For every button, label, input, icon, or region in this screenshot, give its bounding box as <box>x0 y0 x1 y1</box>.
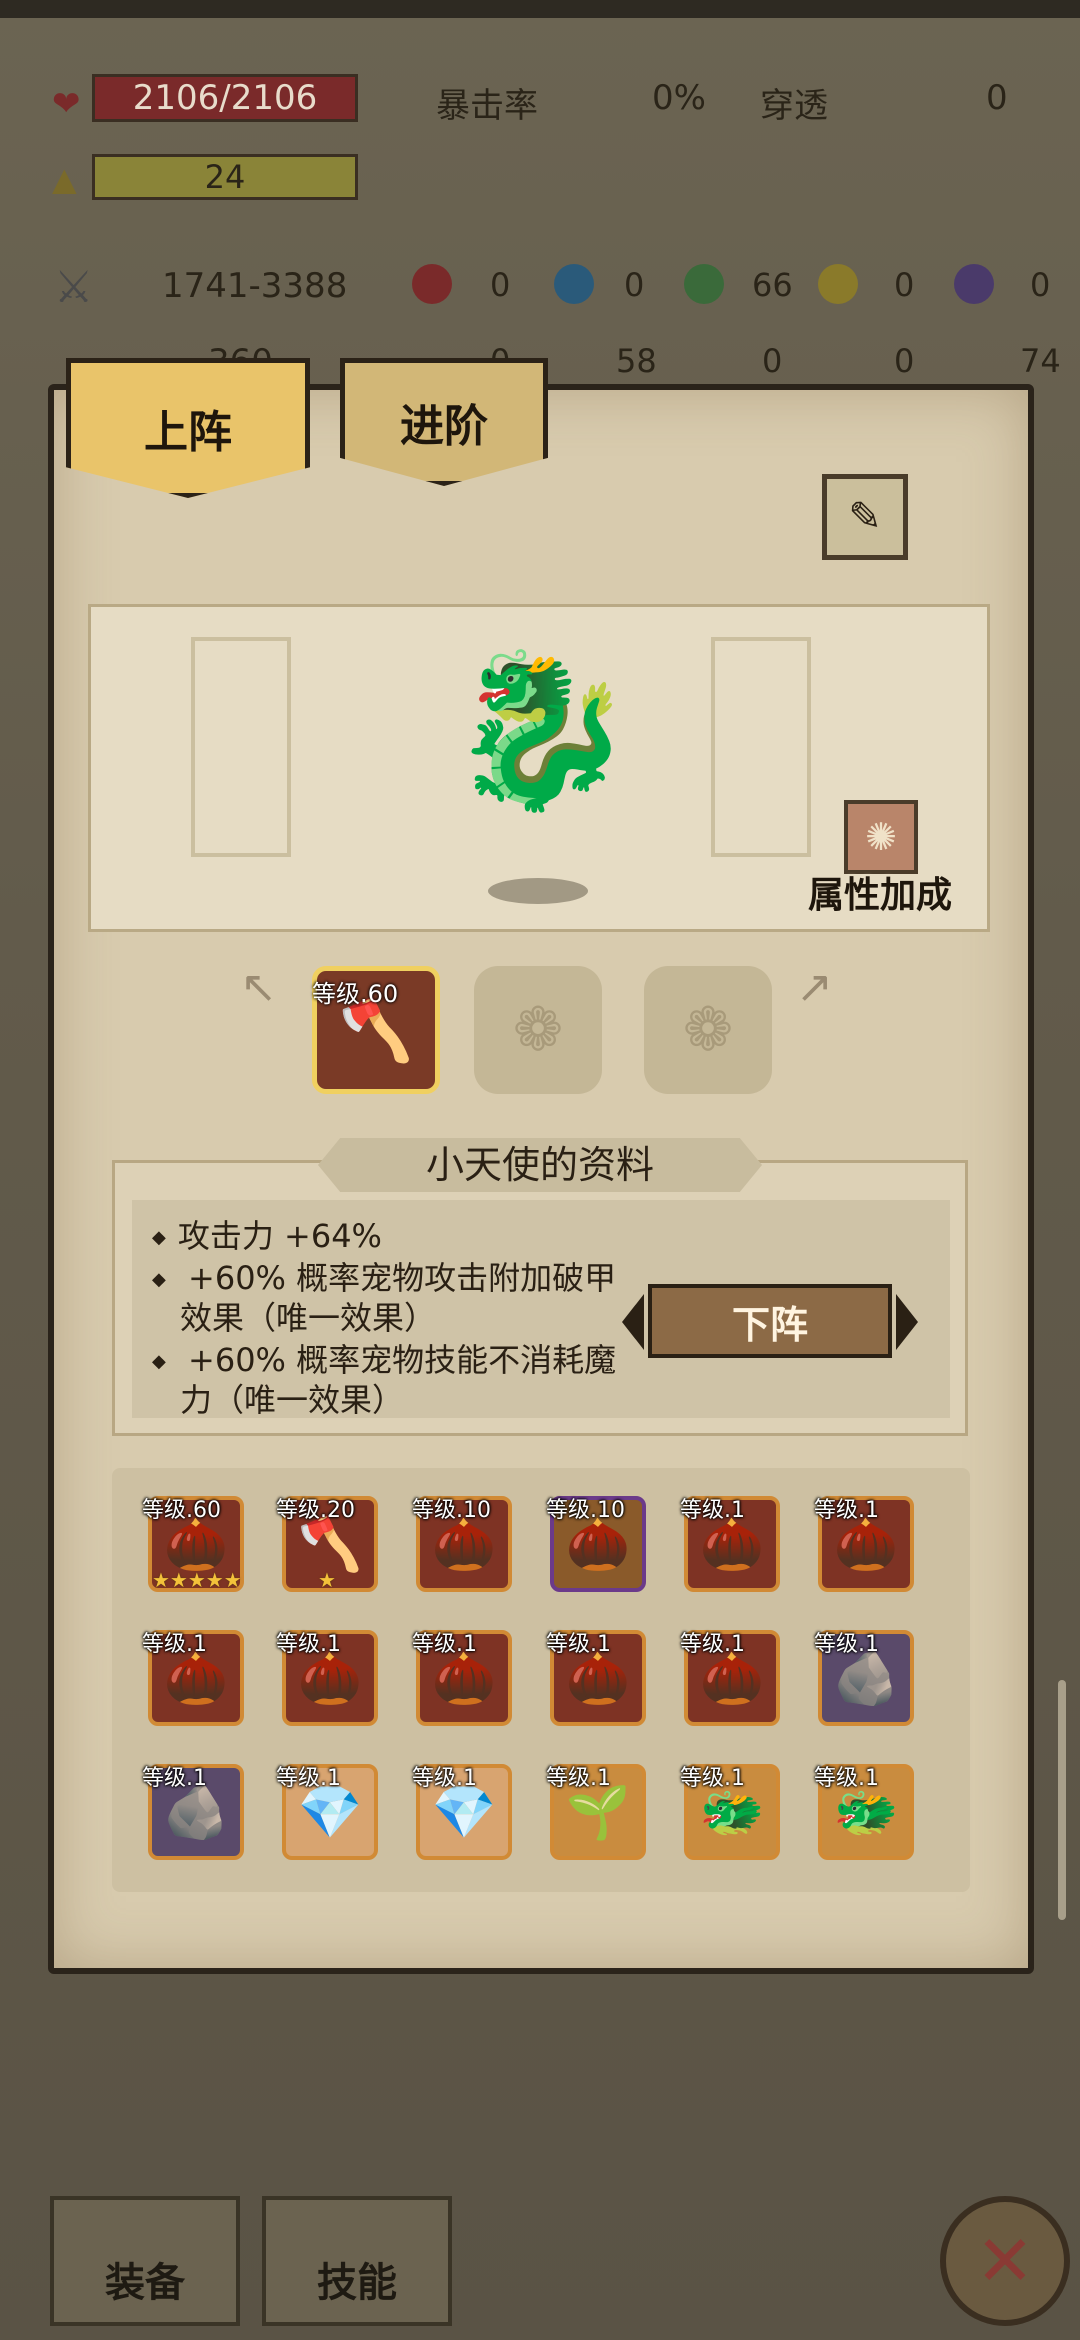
level-triangle-icon: ▲ <box>52 160 77 198</box>
wing-swirl-icon: ❁ <box>512 995 564 1065</box>
crit-value: 0% <box>652 78 706 118</box>
wind-value: 66 <box>752 266 793 304</box>
pet-level: 等级.1 <box>142 1766 207 1791</box>
dragon-pet-icon: 🐉 <box>448 644 635 818</box>
fire-element-icon <box>412 264 452 304</box>
light-element-icon <box>818 264 858 304</box>
pet-level: 等级.1 <box>680 1632 745 1657</box>
slot-level: 等级.60 <box>312 980 399 1008</box>
pet-level: 等级.10 <box>412 1498 491 1523</box>
brush-icon: ✎ <box>848 494 882 540</box>
light-res-value: 0 <box>894 342 915 380</box>
bonus-line-2b: 效果（唯一效果） <box>180 1299 437 1337</box>
level-bar: 24 <box>92 154 358 200</box>
water-value: 0 <box>624 266 645 304</box>
wind-element-icon <box>684 264 724 304</box>
edit-button[interactable]: ✎ <box>822 474 908 560</box>
arrow-up-right-icon: ↗ <box>796 962 833 1013</box>
pet-level: 等级.1 <box>680 1766 745 1791</box>
pet-level: 等级.1 <box>680 1498 745 1523</box>
wind-res-value: 0 <box>762 342 783 380</box>
attribute-bonus-button[interactable]: ✺ <box>844 800 918 874</box>
pet-level: 等级.1 <box>142 1632 207 1657</box>
swirl-icon: ✺ <box>865 815 897 859</box>
hp-bar: 2106/2106 <box>92 74 358 122</box>
water-element-icon <box>554 264 594 304</box>
pillar-left <box>191 637 291 857</box>
attribute-bonus-label[interactable]: 属性加成 <box>808 866 952 918</box>
pierce-value: 0 <box>986 78 1008 118</box>
pet-level: 等级.1 <box>276 1766 341 1791</box>
bonus-line-3b: 力（唯一效果） <box>180 1381 405 1419</box>
pet-level: 等级.20 <box>276 1498 355 1523</box>
pet-level: 等级.1 <box>546 1632 611 1657</box>
close-icon: ✕ <box>975 2220 1035 2302</box>
dark-value: 0 <box>1030 266 1051 304</box>
undeploy-button[interactable]: 下阵 <box>648 1284 892 1358</box>
pillar-right <box>711 637 811 857</box>
tab-skills[interactable]: 技能 <box>262 2196 452 2326</box>
pet-level: 等级.1 <box>412 1632 477 1657</box>
scrollbar[interactable] <box>1058 1680 1066 1920</box>
pet-level: 等级.1 <box>814 1766 879 1791</box>
bonus-line-2: ◆ +60% 概率宠物攻击附加破甲 <box>152 1259 617 1297</box>
pet-slot-2[interactable]: ❁ <box>474 966 602 1094</box>
pierce-label: 穿透 <box>760 86 828 126</box>
heart-icon: ❤ <box>52 84 81 124</box>
close-button[interactable]: ✕ <box>940 2196 1070 2326</box>
pet-level: 等级.1 <box>276 1632 341 1657</box>
pet-stars: ★★★★★ <box>152 1568 242 1592</box>
bonus-line-1: ◆ 攻击力 +64% <box>152 1217 382 1255</box>
dark-element-icon <box>954 264 994 304</box>
info-title: 小天使的资料 <box>425 1143 654 1187</box>
swords-icon: ⚔ <box>54 262 94 313</box>
pet-level: 等级.60 <box>142 1498 221 1523</box>
water-res-value: 58 <box>616 342 657 380</box>
pet-level: 等级.1 <box>814 1632 879 1657</box>
pet-slot-3[interactable]: ❁ <box>644 966 772 1094</box>
bonus-line-3: ◆ +60% 概率宠物技能不消耗魔 <box>152 1341 617 1379</box>
fire-value: 0 <box>490 266 511 304</box>
wing-swirl-icon: ❁ <box>682 995 734 1065</box>
pet-level: 等级.1 <box>412 1766 477 1791</box>
arrow-up-left-icon: ↖ <box>240 962 277 1013</box>
crit-label: 暴击率 <box>436 86 538 126</box>
pet-stars: ★ <box>318 1568 336 1592</box>
pet-level: 等级.1 <box>546 1766 611 1791</box>
light-value: 0 <box>894 266 915 304</box>
attack-range: 1741-3388 <box>162 266 348 306</box>
pet-level: 等级.1 <box>814 1498 879 1523</box>
pet-shadow <box>488 878 588 904</box>
pet-level: 等级.10 <box>546 1498 625 1523</box>
dark-res-value: 74 <box>1020 342 1061 380</box>
tab-equipment[interactable]: 装备 <box>50 2196 240 2326</box>
